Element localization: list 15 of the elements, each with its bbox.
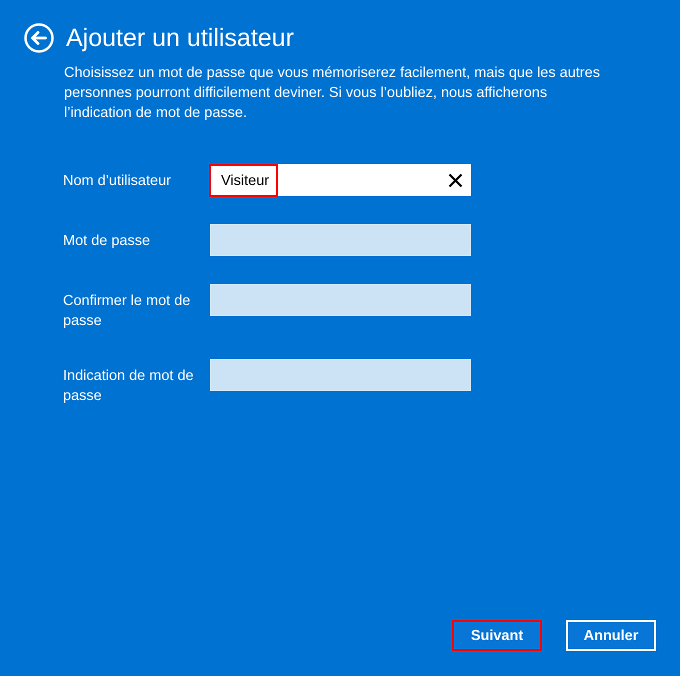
page-title: Ajouter un utilisateur <box>66 23 294 54</box>
text-field[interactable] <box>210 224 471 256</box>
field-value: Visiteur <box>209 164 278 197</box>
text-field[interactable]: Visiteur <box>210 164 471 196</box>
field-label: Confirmer le mot de passe <box>63 292 192 331</box>
field-label: Mot de passe <box>63 232 152 251</box>
description-text: Choisissez un mot de passe que vous mémoriserez facilement, mais que les autres personnes pourront difficilement deviner. Si vous l’oubliez, nous afficherons l’indication de mot de passe. <box>64 64 601 123</box>
cancel-button[interactable]: Annuler <box>566 620 656 651</box>
text-field[interactable] <box>210 359 471 391</box>
next-button[interactable]: Suivant <box>452 620 542 651</box>
close-icon <box>448 172 463 188</box>
field-label: Indication de mot de passe <box>63 367 195 406</box>
back-icon[interactable] <box>24 23 54 53</box>
field-label: Nom d’utilisateur <box>63 172 172 191</box>
text-field[interactable] <box>210 284 471 316</box>
